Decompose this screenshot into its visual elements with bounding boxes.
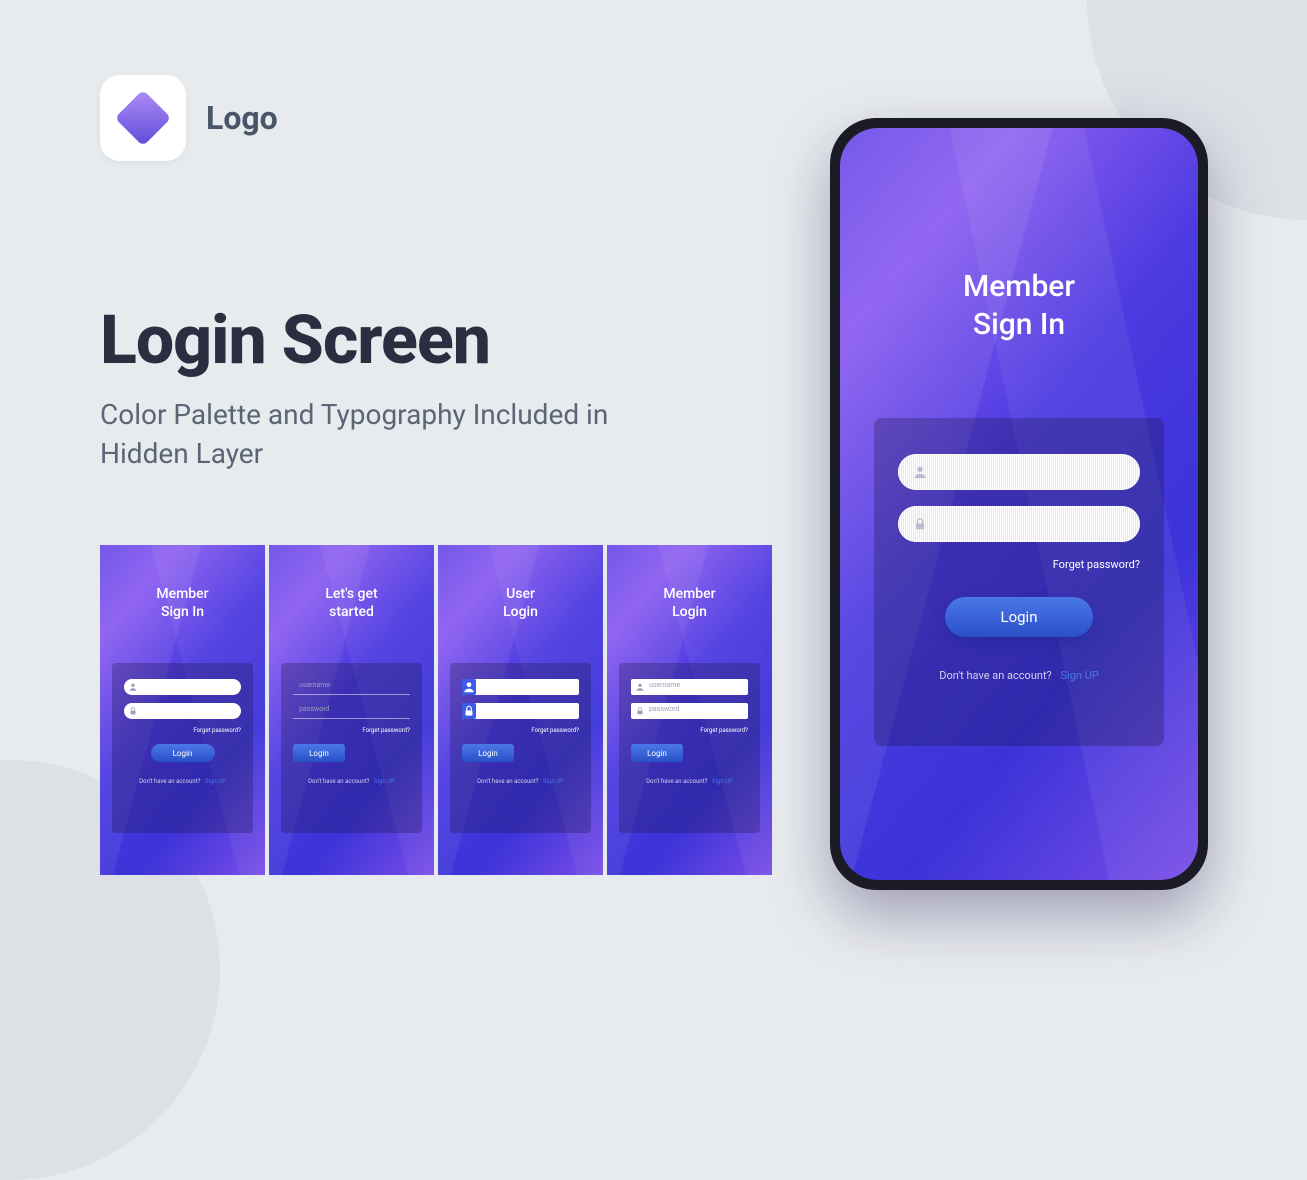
forgot-password-link[interactable]: Forget password? — [124, 727, 241, 734]
thumb-getstarted: Let's get started username password Forg… — [269, 545, 434, 875]
password-placeholder: password — [299, 705, 329, 713]
forgot-password-link[interactable]: Forget password? — [631, 727, 748, 734]
logo-icon — [100, 75, 186, 161]
thumb-userlogin: User Login Forget password? Login Don't … — [438, 545, 603, 875]
thumb-title: User Login — [438, 585, 603, 621]
thumb-memberlogin: Member Login username password Forget pa… — [607, 545, 772, 875]
signup-link[interactable]: Sign UP — [543, 778, 564, 785]
signup-link[interactable]: Sign UP — [712, 778, 733, 785]
thumb-member-signin: Member Sign In Forget password? Login Do… — [100, 545, 265, 875]
password-input[interactable]: password — [631, 703, 748, 719]
password-input[interactable]: password — [293, 703, 410, 719]
password-input[interactable] — [462, 703, 579, 719]
phone-screen: Member Sign In Forget password? Login Do… — [840, 128, 1198, 880]
signup-row: Don't have an account? Sign UP — [124, 778, 241, 785]
username-input[interactable]: username — [631, 679, 748, 695]
signup-link[interactable]: Sign UP — [1061, 669, 1099, 682]
lock-icon — [128, 706, 138, 716]
login-button[interactable]: Login — [462, 744, 514, 762]
username-input[interactable] — [124, 679, 241, 695]
password-input[interactable] — [124, 703, 241, 719]
signup-prompt: Don't have an account? — [139, 778, 200, 785]
thumb-title: Member Login — [607, 585, 772, 621]
screen-title: Member Sign In — [840, 268, 1198, 343]
thumbnail-row: Member Sign In Forget password? Login Do… — [100, 545, 772, 875]
lock-icon — [912, 516, 928, 532]
thumb-card: Forget password? Login Don't have an acc… — [112, 663, 253, 833]
thumb-title: Let's get started — [269, 585, 434, 621]
signup-prompt: Don't have an account? — [308, 778, 369, 785]
forgot-password-link[interactable]: Forget password? — [462, 727, 579, 734]
diamond-icon — [115, 90, 172, 147]
username-input[interactable] — [898, 454, 1140, 490]
user-icon — [128, 682, 138, 692]
page-subhead: Color Palette and Typography Included in… — [100, 395, 660, 473]
thumb-title: Member Sign In — [100, 585, 265, 621]
user-icon — [635, 682, 645, 692]
signup-prompt: Don't have an account? — [477, 778, 538, 785]
phone-mockup: Member Sign In Forget password? Login Do… — [830, 118, 1208, 890]
username-placeholder: username — [649, 681, 680, 689]
signup-prompt: Don't have an account? — [646, 778, 707, 785]
login-button[interactable]: Login — [151, 744, 215, 762]
signup-row: Don't have an account? Sign UP — [631, 778, 748, 785]
page-headline: Login Screen — [100, 300, 490, 380]
thumb-card: username password Forget password? Login… — [281, 663, 422, 833]
logo-text: Logo — [206, 99, 278, 137]
login-card: Forget password? Login Don't have an acc… — [874, 418, 1164, 746]
username-input[interactable]: username — [293, 679, 410, 695]
thumb-card: Forget password? Login Don't have an acc… — [450, 663, 591, 833]
lock-icon — [635, 706, 645, 716]
signup-row: Don't have an account? Sign UP — [898, 669, 1140, 682]
signup-row: Don't have an account? Sign UP — [462, 778, 579, 785]
signup-row: Don't have an account? Sign UP — [293, 778, 410, 785]
lock-icon — [462, 703, 476, 719]
thumb-card: username password Forget password? Login… — [619, 663, 760, 833]
login-button[interactable]: Login — [631, 744, 683, 762]
login-button[interactable]: Login — [293, 744, 345, 762]
signup-link[interactable]: Sign UP — [205, 778, 226, 785]
login-button[interactable]: Login — [945, 597, 1093, 637]
user-icon — [912, 464, 928, 480]
forgot-password-link[interactable]: Forget password? — [898, 558, 1140, 571]
user-icon — [462, 679, 476, 695]
signup-prompt: Don't have an account? — [939, 669, 1052, 682]
password-input[interactable] — [898, 506, 1140, 542]
forgot-password-link[interactable]: Forget password? — [293, 727, 410, 734]
username-placeholder: username — [299, 681, 330, 689]
password-placeholder: password — [649, 705, 679, 713]
signup-link[interactable]: Sign UP — [374, 778, 395, 785]
logo-block: Logo — [100, 75, 278, 161]
username-input[interactable] — [462, 679, 579, 695]
